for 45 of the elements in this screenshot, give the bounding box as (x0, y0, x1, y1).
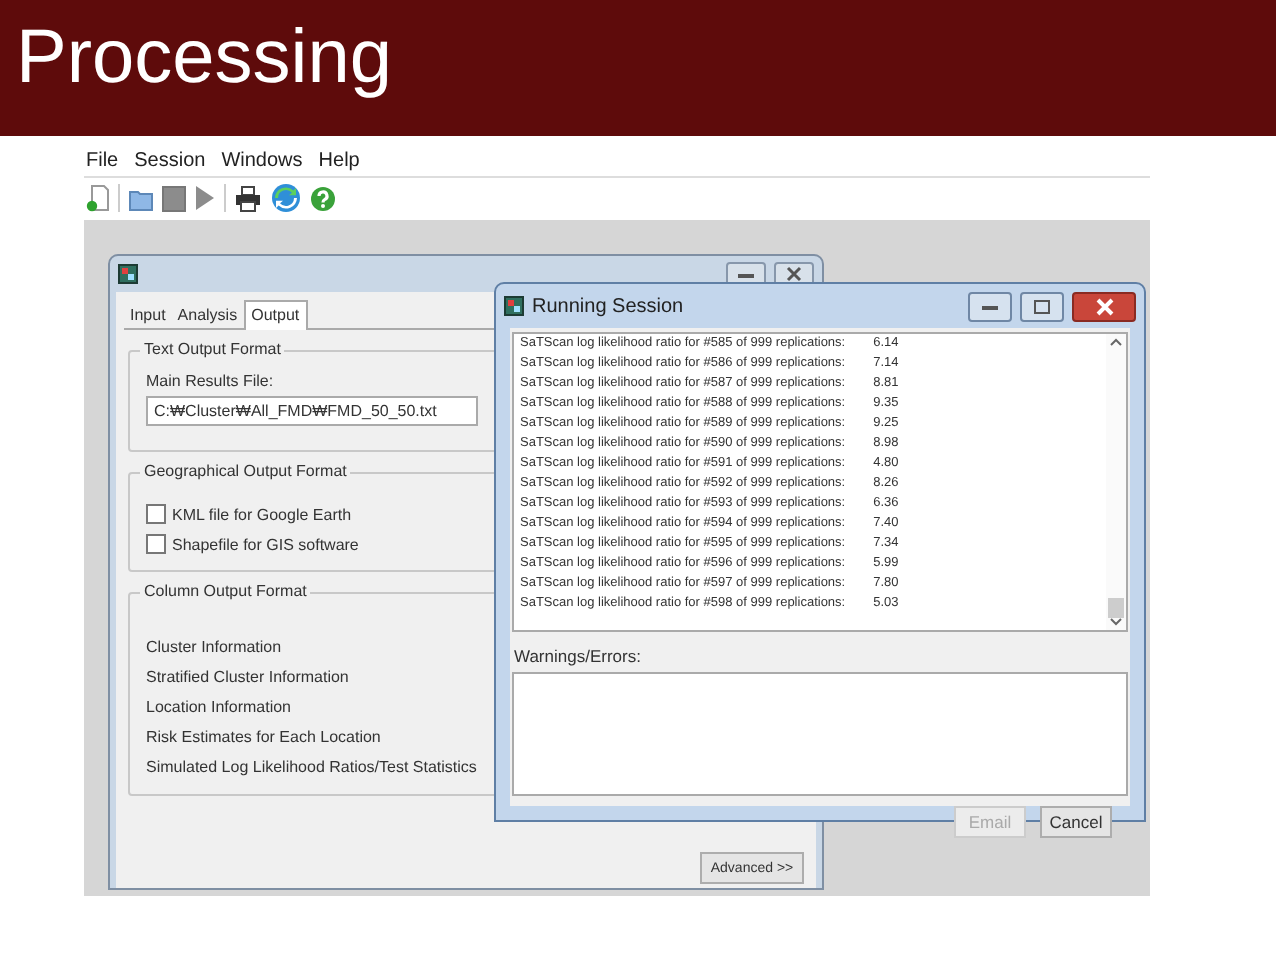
option-label: Location Information (146, 698, 291, 716)
minimize-button[interactable] (968, 291, 1012, 321)
maximize-button[interactable] (1020, 291, 1064, 321)
group-legend: Column Output Format (140, 582, 311, 600)
menu-item[interactable]: Help (316, 149, 362, 171)
slide-title: Processing (16, 16, 392, 102)
play-icon[interactable] (194, 184, 216, 212)
checkbox[interactable] (146, 534, 166, 554)
menu-item[interactable]: File (84, 149, 121, 171)
option-label: Simulated Log Likelihood Ratios/Test Statistics (146, 758, 477, 776)
option-label: Risk Estimates for Each Location (146, 728, 381, 746)
app-icon (504, 296, 524, 316)
close-icon (1095, 297, 1113, 315)
warnings-label: Warnings/Errors: (514, 646, 643, 666)
help-icon[interactable] (310, 185, 336, 211)
save-icon[interactable] (162, 185, 186, 211)
checkbox[interactable] (146, 504, 166, 524)
minimize-icon (982, 303, 998, 309)
scroll-down-icon[interactable] (1110, 618, 1122, 626)
checkbox-label: KML file for Google Earth (172, 505, 352, 523)
option-label: Stratified Cluster Information (146, 668, 349, 686)
new-file-icon[interactable] (86, 184, 110, 212)
folder-icon[interactable] (128, 185, 154, 211)
checkbox-label: Shapefile for GIS software (172, 535, 359, 553)
file-path-field[interactable]: C:₩Cluster₩All_FMD₩FMD_50_50.txt (146, 396, 478, 426)
group-legend: Text Output Format (140, 340, 285, 358)
menu-item[interactable]: Windows (219, 149, 305, 171)
dialog-button[interactable]: Cancel (1040, 806, 1112, 838)
print-icon[interactable] (234, 185, 262, 211)
field-label: Main Results File: (146, 372, 274, 390)
group-legend: Geographical Output Format (140, 462, 351, 480)
menu-item[interactable]: Session (132, 149, 208, 171)
window-title: Running Session (532, 295, 684, 317)
tab[interactable]: Analysis (171, 304, 244, 328)
scroll-up-icon[interactable] (1110, 338, 1122, 346)
app-icon (118, 264, 138, 284)
option-label: Cluster Information (146, 638, 282, 656)
close-icon (786, 266, 802, 282)
scroll-thumb[interactable] (1108, 598, 1124, 618)
tab[interactable]: Input (124, 304, 172, 328)
scrollbar[interactable] (1106, 334, 1126, 630)
minimize-icon (738, 271, 754, 277)
tab[interactable]: Output (243, 300, 308, 330)
maximize-icon (1034, 299, 1050, 313)
close-button[interactable] (1072, 291, 1136, 321)
